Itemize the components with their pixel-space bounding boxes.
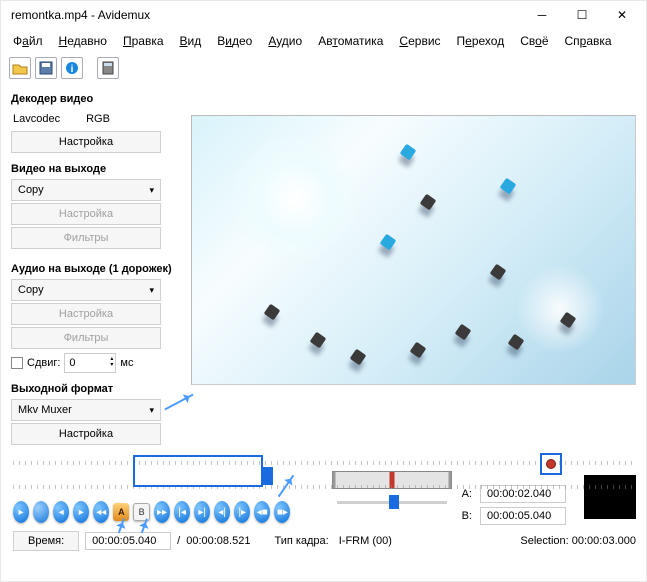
decoder-title: Декодер видео [11, 93, 181, 105]
goto-start-button[interactable]: |◂ [174, 501, 190, 523]
shift-unit: мс [120, 357, 133, 369]
jog-slider[interactable] [337, 495, 447, 509]
close-button[interactable]: ✕ [602, 1, 642, 29]
menu-go[interactable]: Переход [451, 31, 511, 51]
selection-label: Selection: [520, 535, 568, 547]
menu-auto[interactable]: Автоматика [312, 31, 389, 51]
calculator-icon[interactable] [97, 57, 119, 79]
shift-checkbox[interactable] [11, 357, 23, 369]
annotation-arrow-icon [164, 394, 193, 411]
menu-view[interactable]: Вид [174, 31, 208, 51]
timeline-playhead[interactable] [263, 467, 273, 485]
next-frame-button[interactable]: ▸ [73, 501, 89, 523]
frame-type-label: Тип кадра: [274, 535, 328, 547]
video-filters-button: Фильтры [11, 227, 161, 249]
audio-filters-button: Фильтры [11, 327, 161, 349]
audio-configure-button: Настройка [11, 303, 161, 325]
decoder-configure-button[interactable]: Настройка [11, 131, 161, 153]
output-format-select[interactable]: Mkv Muxer [11, 399, 161, 421]
shift-value-spinner[interactable]: 0 [64, 353, 116, 373]
save-icon[interactable] [35, 57, 57, 79]
timeline-ruler-bottom[interactable] [13, 481, 634, 491]
window-title: remontka.mp4 - Avidemux [11, 8, 522, 22]
prev-frame-button[interactable]: ◂ [53, 501, 69, 523]
goto-end-button[interactable]: ▸| [194, 501, 210, 523]
video-configure-button: Настройка [11, 203, 161, 225]
total-sep: / [177, 535, 180, 547]
time-button[interactable]: Время: [13, 531, 79, 551]
current-time-input[interactable]: 00:00:05.040 [85, 532, 171, 550]
menu-help[interactable]: Справка [559, 31, 618, 51]
video-preview [191, 115, 636, 385]
total-time: 00:00:08.521 [186, 535, 250, 547]
prev-keyframe-button[interactable]: ◂◂ [93, 501, 109, 523]
shift-label: Сдвиг: [27, 357, 60, 369]
next-black-button[interactable]: ■▸ [274, 501, 290, 523]
play-button[interactable]: ▸ [13, 501, 29, 523]
marker-b-value: 00:00:05.040 [480, 507, 566, 525]
record-icon [546, 459, 556, 469]
open-icon[interactable] [9, 57, 31, 79]
frame-type-value: I-FRM (00) [339, 535, 392, 547]
output-configure-button[interactable]: Настройка [11, 423, 161, 445]
next-keyframe-button[interactable]: ▸▸ [154, 501, 170, 523]
info-icon[interactable]: i [61, 57, 83, 79]
audio-codec-select[interactable]: Copy [11, 279, 161, 301]
decoder-lib: Lavcodec [13, 113, 60, 125]
minimize-button[interactable]: ─ [522, 1, 562, 29]
output-format-title: Выходной формат [11, 383, 181, 395]
menu-service[interactable]: Сервис [393, 31, 446, 51]
audio-output-title: Аудио на выходе (1 дорожек) [11, 263, 181, 275]
prev-black-button[interactable]: ◂■ [254, 501, 270, 523]
menu-edit[interactable]: Правка [117, 31, 170, 51]
goto-a-button[interactable]: ◂| [214, 501, 230, 523]
selection-value: 00:00:03.000 [572, 535, 636, 547]
stop-button[interactable] [33, 501, 49, 523]
maximize-button[interactable]: ☐ [562, 1, 602, 29]
video-output-title: Видео на выходе [11, 163, 181, 175]
marker-b-label: B: [462, 510, 472, 522]
video-codec-select[interactable]: Copy [11, 179, 161, 201]
menu-own[interactable]: Своё [514, 31, 554, 51]
goto-b-button[interactable]: |▸ [234, 501, 250, 523]
decoder-colorspace: RGB [86, 113, 110, 125]
menu-audio[interactable]: Аудио [262, 31, 308, 51]
menu-recent[interactable]: Недавно [53, 31, 113, 51]
record-toggle[interactable] [540, 453, 562, 475]
menu-video[interactable]: Видео [211, 31, 258, 51]
svg-text:i: i [71, 64, 74, 75]
menu-file[interactable]: Файл [7, 31, 49, 51]
